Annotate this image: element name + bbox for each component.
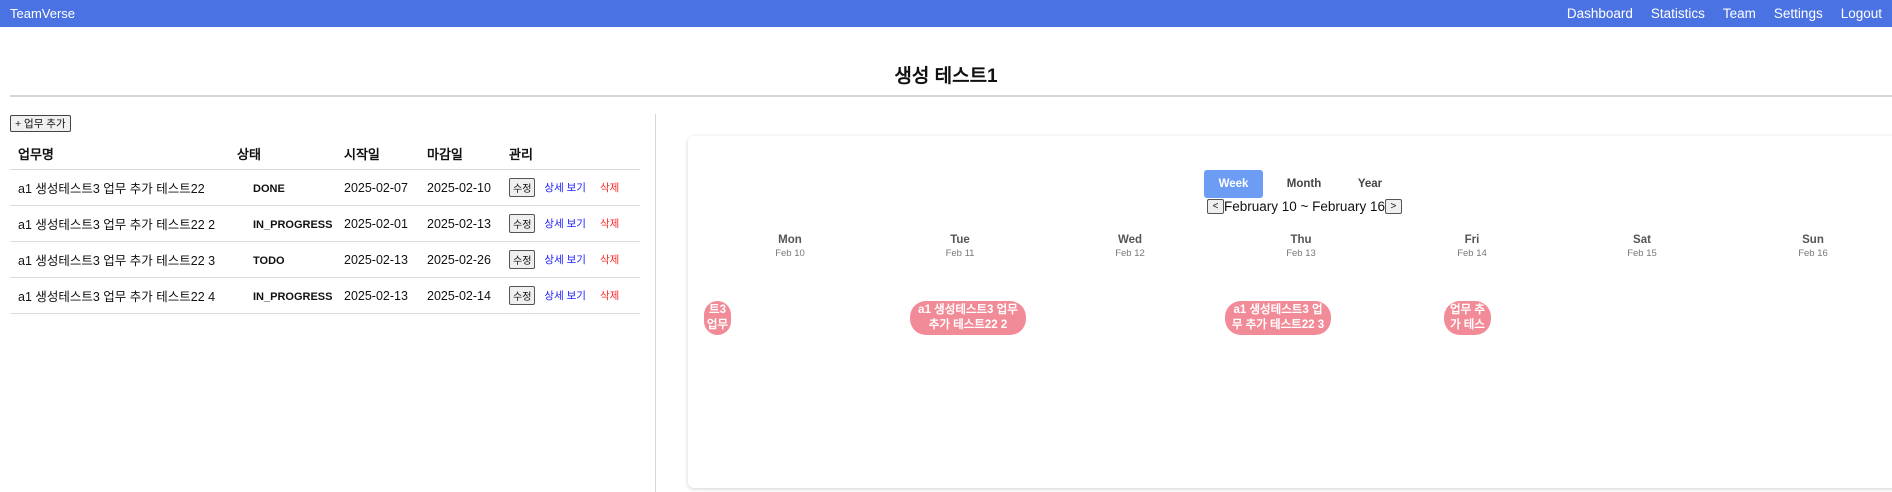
nav-team[interactable]: Team <box>1723 6 1756 21</box>
day-date: Feb 14 <box>1457 248 1487 259</box>
header-due: 마감일 <box>427 147 463 162</box>
day-header-sat: Sat Feb 15 <box>1592 234 1692 259</box>
detail-link[interactable]: 상세 보기 <box>544 288 586 303</box>
week-range-nav: < February 10 ~ February 16 > <box>1207 198 1402 215</box>
edit-button[interactable]: 수정 <box>509 250 536 269</box>
nav-statistics[interactable]: Statistics <box>1651 6 1705 21</box>
task-due: 2025-02-13 <box>427 216 491 231</box>
table-row: a1 생성테스트3 업무 추가 테스트22 3 TODO 2025-02-13 … <box>10 242 640 278</box>
status-badge: IN_PROGRESS <box>253 218 333 231</box>
status-badge: DONE <box>253 182 285 195</box>
calendar-event[interactable]: 업무 추 가 테스 <box>1444 301 1491 335</box>
day-date: Feb 15 <box>1627 248 1657 259</box>
calendar-event[interactable]: a1 생성테스트3 업 무 추가 테스트22 3 <box>1225 301 1331 335</box>
edit-button[interactable]: 수정 <box>509 214 536 233</box>
day-name: Fri <box>1464 234 1480 246</box>
nav-settings[interactable]: Settings <box>1774 6 1823 21</box>
task-due: 2025-02-10 <box>427 180 491 195</box>
day-name: Tue <box>950 234 970 246</box>
delete-link[interactable]: 삭제 <box>600 180 619 195</box>
event-line: 업무 추 <box>1450 304 1485 316</box>
task-table: 업무명 상태 시작일 마감일 관리 a1 생성테스트3 업무 추가 테스트22 … <box>10 138 640 314</box>
day-name: Sat <box>1633 234 1651 246</box>
task-name: a1 생성테스트3 업무 추가 테스트22 3 <box>18 254 216 268</box>
task-name: a1 생성테스트3 업무 추가 테스트22 4 <box>18 290 216 304</box>
day-header-wed: Wed Feb 12 <box>1080 234 1180 259</box>
next-week-button[interactable]: > <box>1384 199 1402 214</box>
add-task-button[interactable]: + 업무 추가 <box>10 115 71 132</box>
day-header-thu: Thu Feb 13 <box>1251 234 1351 259</box>
event-line: 무 추가 테스트22 3 <box>1231 319 1325 331</box>
detail-link[interactable]: 상세 보기 <box>544 216 586 231</box>
day-name: Sun <box>1802 234 1824 246</box>
day-date: Feb 16 <box>1798 248 1828 259</box>
header-manage: 관리 <box>509 147 533 162</box>
task-start: 2025-02-13 <box>344 252 408 267</box>
task-due: 2025-02-26 <box>427 252 491 267</box>
edit-button[interactable]: 수정 <box>509 286 536 305</box>
task-start: 2025-02-13 <box>344 288 408 303</box>
title-divider <box>10 95 1892 97</box>
day-name: Thu <box>1290 234 1312 246</box>
event-line: 업무 <box>706 319 729 331</box>
detail-link[interactable]: 상세 보기 <box>544 180 586 195</box>
task-start: 2025-02-07 <box>344 180 408 195</box>
table-header: 업무명 상태 시작일 마감일 관리 <box>10 138 640 170</box>
detail-link[interactable]: 상세 보기 <box>544 252 586 267</box>
day-name: Wed <box>1117 234 1143 246</box>
day-header-tue: Tue Feb 11 <box>910 234 1010 259</box>
task-name: a1 생성테스트3 업무 추가 테스트22 <box>18 182 205 196</box>
prev-week-button[interactable]: < <box>1207 199 1224 214</box>
event-line: 추가 테스트22 2 <box>928 319 1008 331</box>
day-date: Feb 13 <box>1286 248 1316 259</box>
table-row: a1 생성테스트3 업무 추가 테스트22 DONE 2025-02-07 20… <box>10 170 640 206</box>
day-header-fri: Fri Feb 14 <box>1422 234 1522 259</box>
nav-logout[interactable]: Logout <box>1841 6 1882 21</box>
header-name: 업무명 <box>18 147 54 162</box>
event-line: a1 생성테스트3 업 <box>1233 304 1323 316</box>
task-start: 2025-02-01 <box>344 216 408 231</box>
page-title: 생성 테스트1 <box>894 66 998 87</box>
delete-link[interactable]: 삭제 <box>600 288 619 303</box>
nav-links: Dashboard Statistics Team Settings Logou… <box>1567 6 1882 21</box>
week-range-label: February 10 ~ February 16 <box>1224 199 1385 214</box>
event-line: a1 생성테스트3 업무 <box>918 304 1018 316</box>
day-header-sun: Sun Feb 16 <box>1763 234 1863 259</box>
status-badge: TODO <box>253 254 285 267</box>
day-date: Feb 11 <box>945 248 975 259</box>
brand-logo[interactable]: TeamVerse <box>10 6 75 21</box>
top-navbar: TeamVerse Dashboard Statistics Team Sett… <box>0 0 1892 27</box>
delete-link[interactable]: 삭제 <box>600 252 619 267</box>
nav-dashboard[interactable]: Dashboard <box>1567 6 1633 21</box>
panel-divider <box>655 114 656 492</box>
task-name: a1 생성테스트3 업무 추가 테스트22 2 <box>18 218 216 232</box>
task-due: 2025-02-14 <box>427 288 491 303</box>
header-status: 상태 <box>237 147 261 162</box>
table-row: a1 생성테스트3 업무 추가 테스트22 2 IN_PROGRESS 2025… <box>10 206 640 242</box>
header-start: 시작일 <box>344 147 380 162</box>
table-row: a1 생성테스트3 업무 추가 테스트22 4 IN_PROGRESS 2025… <box>10 278 640 314</box>
day-name: Mon <box>778 234 802 246</box>
day-date: Feb 10 <box>775 248 805 259</box>
view-month-button[interactable]: Month <box>1276 170 1332 198</box>
edit-button[interactable]: 수정 <box>509 178 536 197</box>
view-week-button[interactable]: Week <box>1204 170 1263 198</box>
view-year-button[interactable]: Year <box>1345 170 1395 198</box>
day-header-mon: Mon Feb 10 <box>740 234 840 259</box>
status-badge: IN_PROGRESS <box>253 290 333 303</box>
calendar-event[interactable]: 트3 업무 <box>704 301 731 335</box>
day-date: Feb 12 <box>1115 248 1145 259</box>
delete-link[interactable]: 삭제 <box>600 216 619 231</box>
event-line: 트3 <box>709 304 726 316</box>
calendar-event[interactable]: a1 생성테스트3 업무 추가 테스트22 2 <box>910 301 1026 335</box>
event-line: 가 테스 <box>1450 319 1485 331</box>
